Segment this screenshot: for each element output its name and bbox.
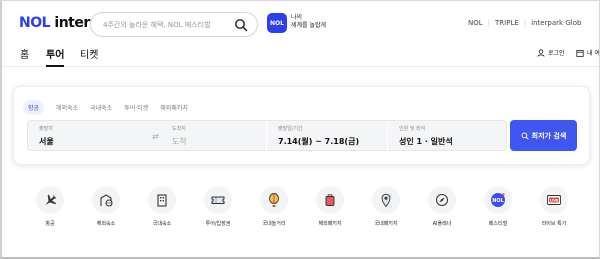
category-flight[interactable]: 항공 bbox=[32, 186, 68, 227]
brand-divider: | bbox=[487, 19, 491, 27]
arrival-placeholder: 도착 bbox=[172, 137, 187, 146]
departure-label: 출발지 bbox=[39, 126, 53, 132]
booking-tab-overseas-package[interactable]: 해외패키지 bbox=[160, 100, 188, 115]
category-domestic-stay[interactable]: 국내숙소 bbox=[144, 186, 180, 227]
hot-air-balloon-icon bbox=[269, 193, 279, 207]
tab-ticket[interactable]: 티켓 bbox=[80, 46, 98, 61]
category-label: 해외숙소 bbox=[96, 221, 116, 227]
search-box[interactable] bbox=[90, 12, 258, 37]
category-tour-ticket[interactable]: 투어/입장권 bbox=[200, 186, 236, 227]
category-label: 라이브 특가 bbox=[541, 221, 567, 227]
category-domestic-activities[interactable]: 국내놀거리 bbox=[256, 186, 292, 227]
global-hotel-icon bbox=[100, 194, 113, 207]
search-button-label: 최저가 검색 bbox=[531, 131, 567, 140]
category-label: 페스티벌 bbox=[488, 221, 508, 227]
my-trip-label: 내 여 bbox=[587, 50, 600, 57]
logo-nol-text: NOL bbox=[19, 15, 51, 31]
tab-tour[interactable]: 투어 bbox=[46, 46, 65, 67]
flight-search-panel: 항공 해외숙소 국내숙소 투어·티켓 해외패키지 출발지 서울 ⇄ 도착지 도착… bbox=[13, 86, 590, 165]
promo-badge[interactable]: NOL bbox=[267, 13, 287, 33]
passenger-value: 성인 1 · 일반석 bbox=[399, 137, 453, 146]
category-live-deals[interactable]: LIVE 라이브 특가 bbox=[536, 186, 572, 227]
category-label: 항공 bbox=[45, 221, 55, 227]
compass-icon bbox=[436, 194, 448, 206]
search-icon bbox=[521, 132, 529, 140]
booking-tabs: 항공 해외숙소 국내숙소 투어·티켓 해외패키지 bbox=[23, 100, 200, 115]
my-trip-button[interactable]: 내 여 bbox=[576, 48, 600, 57]
brand-divider: | bbox=[523, 19, 527, 27]
promo-line-1: 나의 bbox=[291, 14, 303, 21]
search-fields: 출발지 서울 ⇄ 도착지 도착 출발일/기간 7.14(월) ~ 7.18(금)… bbox=[27, 120, 507, 152]
category-festival[interactable]: NOL 페스티벌 bbox=[480, 186, 516, 227]
booking-tab-tour-ticket[interactable]: 투어·티켓 bbox=[124, 100, 148, 115]
passenger-field[interactable]: 인원 및 좌석 성인 1 · 일반석 bbox=[388, 121, 506, 152]
date-value: 7.14(월) ~ 7.18(금) bbox=[278, 137, 360, 146]
arrival-field[interactable]: 도착지 도착 bbox=[161, 121, 261, 152]
site-header: NOL interpark NOL 나의 세계를 놀랍게 NOL | TRIPL… bbox=[2, 1, 599, 45]
category-overseas-package[interactable]: 해외패키지 bbox=[312, 186, 348, 227]
search-input[interactable] bbox=[103, 17, 233, 33]
category-shortcuts: 항공 해외숙소 국내숙소 투어/입장권 국내놀거리 해외패키지 국내패키지 AI… bbox=[32, 186, 592, 246]
swap-icon[interactable]: ⇄ bbox=[150, 131, 161, 142]
brand-link-nol[interactable]: NOL bbox=[468, 19, 483, 27]
search-lowest-fare-button[interactable]: 최저가 검색 bbox=[510, 120, 577, 151]
building-icon bbox=[157, 194, 167, 207]
login-label: 로그인 bbox=[548, 50, 565, 57]
svg-text:LIVE: LIVE bbox=[550, 199, 559, 203]
login-button[interactable]: 로그인 bbox=[537, 48, 565, 57]
booking-tab-overseas-stay[interactable]: 해외숙소 bbox=[56, 100, 78, 115]
svg-text:NOL: NOL bbox=[492, 198, 504, 204]
nol-festival-icon: NOL bbox=[491, 193, 505, 207]
suitcase-icon bbox=[325, 194, 335, 206]
promo-line-2: 세계를 놀랍게 bbox=[291, 22, 327, 29]
departure-value: 서울 bbox=[39, 137, 54, 146]
category-label: 해외패키지 bbox=[318, 221, 342, 227]
category-ai-planner[interactable]: AI플래너 bbox=[424, 186, 460, 227]
category-overseas-stay[interactable]: 해외숙소 bbox=[88, 186, 124, 227]
booking-tab-flight[interactable]: 항공 bbox=[23, 100, 45, 115]
category-label: 국내숙소 bbox=[152, 221, 172, 227]
category-label: 투어/입장권 bbox=[205, 221, 231, 227]
passenger-label: 인원 및 좌석 bbox=[399, 126, 426, 132]
main-nav: 홈 투어 티켓 로그인 내 여 bbox=[2, 45, 600, 67]
tab-home[interactable]: 홈 bbox=[20, 46, 29, 61]
user-icon bbox=[537, 48, 545, 57]
category-label: 국내패키지 bbox=[374, 221, 398, 227]
location-pin-icon bbox=[381, 193, 391, 208]
brand-link-interpark-global[interactable]: interpark Glob bbox=[531, 19, 581, 27]
airplane-icon bbox=[45, 194, 57, 205]
browser-viewport: NOL interpark NOL 나의 세계를 놀랍게 NOL | TRIPL… bbox=[0, 0, 600, 259]
ticket-icon bbox=[211, 196, 225, 204]
category-label: 국내놀거리 bbox=[262, 221, 286, 227]
departure-field[interactable]: 출발지 서울 bbox=[28, 121, 146, 152]
category-domestic-package[interactable]: 국내패키지 bbox=[368, 186, 404, 227]
brand-link-triple[interactable]: TRIPLE bbox=[495, 19, 519, 27]
date-field[interactable]: 출발일/기간 7.14(월) ~ 7.18(금) bbox=[267, 121, 387, 152]
date-label: 출발일/기간 bbox=[278, 126, 303, 132]
calendar-icon bbox=[576, 49, 584, 57]
search-icon[interactable] bbox=[234, 18, 248, 32]
category-label: AI플래너 bbox=[432, 221, 452, 227]
promo-tagline[interactable]: 나의 세계를 놀랍게 bbox=[291, 14, 326, 30]
booking-tab-domestic-stay[interactable]: 국내숙소 bbox=[90, 100, 112, 115]
brand-links: NOL | TRIPLE | interpark Glob bbox=[468, 19, 581, 27]
live-tv-icon: LIVE bbox=[547, 195, 561, 205]
arrival-label: 도착지 bbox=[172, 126, 186, 132]
